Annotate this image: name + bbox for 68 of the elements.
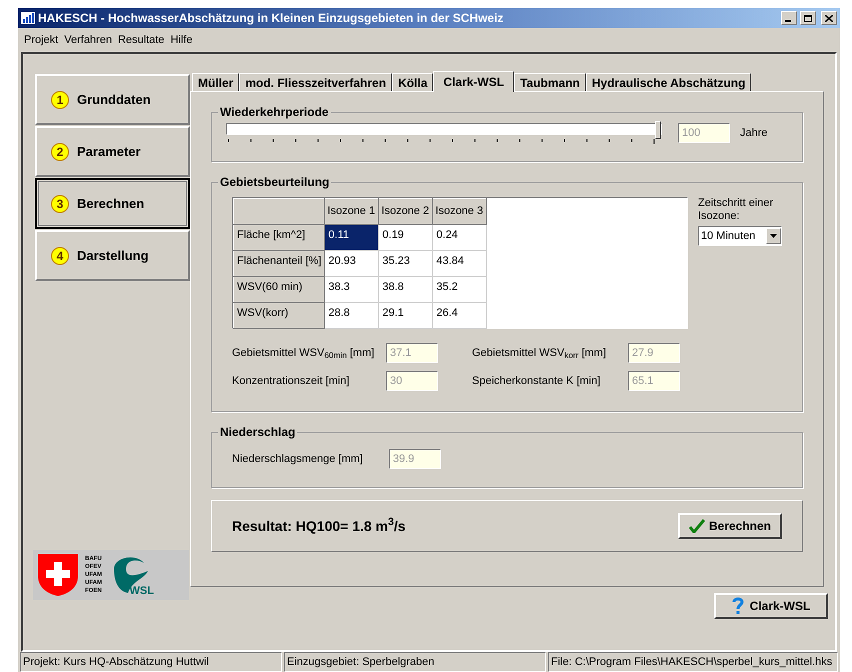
row-header: WSV(korr) [234,302,325,328]
column-header: Isozone 3 [432,198,487,224]
group-title: Gebietsbeurteilung [218,174,332,190]
field-label: Gebietsmittel WSV$_{60min}$ [mm] [232,346,376,362]
maximize-button[interactable] [800,11,816,25]
tab[interactable]: Hydraulische Abschätzung [586,73,752,91]
window-title: HAKESCH - HochwasserAbschätzung in Kleinen Einzugsgebieten in der SCHweiz [38,10,504,27]
table-cell[interactable]: 43.84 [432,250,487,276]
tab[interactable]: Müller [192,73,240,91]
row-header: Fläche [km^2] [234,224,325,250]
table-cell[interactable]: 0.11 [324,224,379,250]
dropdown-button[interactable] [766,228,781,244]
status-text: Projekt: Kurs HQ-Abschätzung Huttwil [20,652,282,672]
tab[interactable]: Clark-WSL [433,71,514,92]
check-icon [688,519,705,533]
table-cell[interactable]: 29.1 [378,302,433,328]
step-number: 2 [51,142,69,160]
close-icon [825,14,833,22]
row-header: WSV(60 min) [234,276,325,302]
status-text: Einzugsgebiet: Sperbelgraben [284,652,546,672]
step-button[interactable]: 3 Berechnen [35,178,190,229]
tab[interactable]: Kölla [392,73,434,91]
column-header: Isozone 1 [324,198,379,224]
result-text: Resultat: HQ100= 1.8 m$^{3}$/s [232,516,407,536]
table-cell[interactable]: 0.24 [432,224,487,250]
timestep-label: Zeitschritt einer Isozone: [698,197,774,223]
maximize-icon [804,14,812,22]
tab[interactable]: mod. Fliesszeitverfahren [239,73,392,91]
close-button[interactable] [821,11,837,25]
slider-thumb[interactable] [655,121,661,139]
table-cell[interactable]: 38.8 [378,276,433,302]
step-button[interactable]: 4 Darstellung [35,230,190,281]
menu-item[interactable]: Verfahren [64,32,112,48]
menu-item[interactable]: Projekt [24,32,58,48]
table-cell[interactable]: 0.19 [378,224,433,250]
tab[interactable]: Taubmann [514,73,586,91]
timestep-dropdown[interactable]: 10 Minuten [698,226,782,246]
table-cell[interactable]: 35.23 [378,250,433,276]
question-icon [732,597,744,615]
step-number: 3 [51,194,69,212]
unit-label: Jahre [740,126,768,141]
calculate-button[interactable]: Berechnen [678,513,782,539]
table-cell[interactable]: 26.4 [432,302,487,328]
group-title: Niederschlag [218,424,298,440]
group-title: Wiederkehrperiode [218,104,331,120]
field-label: Gebietsmittel WSV$_{korr}$ [mm] [472,346,608,362]
column-header: Isozone 2 [378,198,433,224]
step-button[interactable]: 1 Grunddaten [35,74,190,125]
field-label: Speicherkonstante K [min] [472,374,602,389]
step-number: 4 [51,246,69,264]
swiss-shield-icon [37,553,79,597]
menu-item[interactable]: Hilfe [170,32,192,48]
status-text: File: C:\Program Files\HAKESCH\sperbel_kurs_mittel.hks [548,652,838,672]
help-button[interactable]: Clark-WSL [714,593,828,619]
field-label: Niederschlagsmenge [mm] [232,452,363,467]
minimize-button[interactable] [781,11,797,25]
caret-icon [770,234,777,238]
row-header: Flächenanteil [%] [234,250,325,276]
table-cell[interactable]: 28.8 [324,302,379,328]
step-button[interactable]: 2 Parameter [35,126,190,177]
menu-item[interactable]: Resultate [118,32,164,48]
table-cell[interactable]: 35.2 [432,276,487,302]
chart-icon [21,12,35,24]
table-cell[interactable]: 20.93 [324,250,379,276]
field-label: Konzentrationszeit [min] [232,374,350,389]
logo-text: WSL [130,585,154,597]
table-cell[interactable]: 38.3 [324,276,379,302]
step-number: 1 [51,90,69,108]
